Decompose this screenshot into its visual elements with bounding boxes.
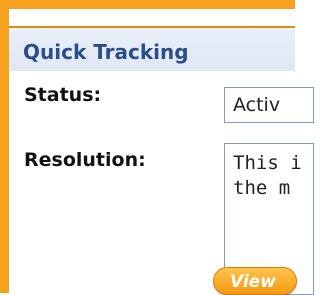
view-button[interactable]: View — [213, 267, 297, 295]
panel-top-space — [9, 9, 295, 26]
panel-title: Quick Tracking — [23, 40, 189, 64]
status-select[interactable]: Activ — [224, 87, 314, 123]
resolution-label: Resolution: — [24, 149, 146, 171]
panel-header: Quick Tracking — [9, 26, 295, 71]
status-value: Activ — [233, 94, 281, 116]
view-button-label: View — [230, 272, 276, 292]
status-label: Status: — [24, 84, 102, 106]
quick-tracking-panel: Quick Tracking Status: Activ Resolution:… — [0, 0, 314, 295]
resolution-text: This i the m — [233, 152, 302, 199]
